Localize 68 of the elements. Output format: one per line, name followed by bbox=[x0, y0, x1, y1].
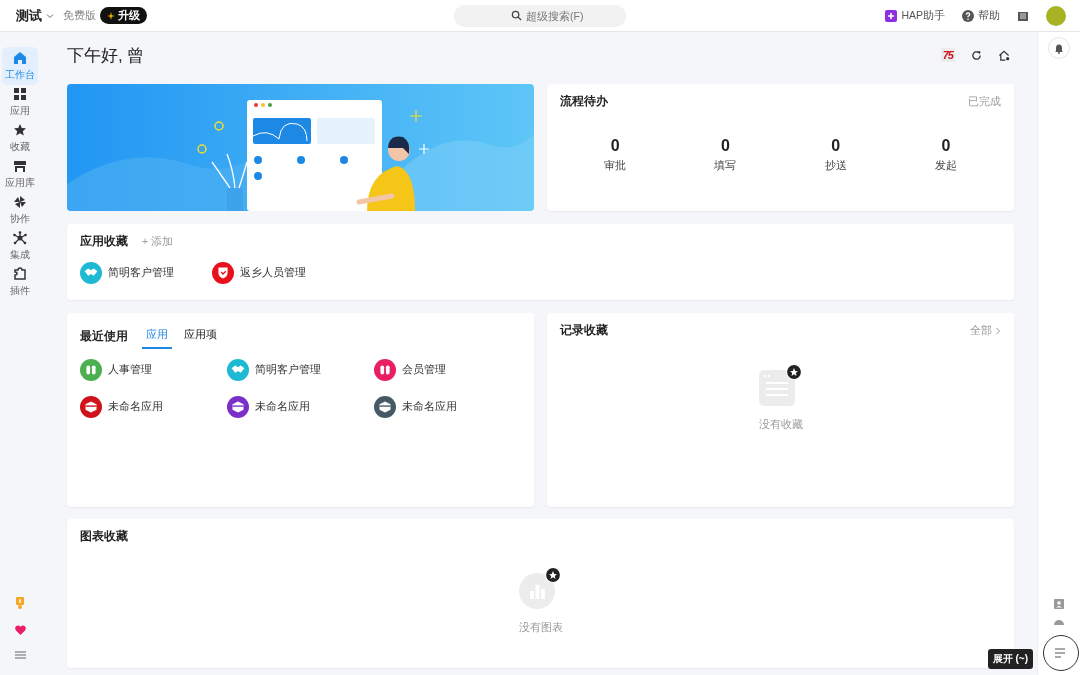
app-icon bbox=[227, 396, 249, 418]
stat-count[interactable]: 0 bbox=[720, 137, 730, 155]
empty-chart-icon bbox=[518, 567, 563, 609]
empty-record-icon bbox=[758, 363, 803, 406]
bell-icon bbox=[1054, 42, 1064, 54]
stat-label: 审批 bbox=[604, 159, 627, 173]
app-name[interactable]: 未命名应用 bbox=[402, 400, 457, 414]
app-icon bbox=[80, 359, 102, 381]
card-title: 流程待办 bbox=[560, 94, 608, 109]
assistant-link[interactable]: HAP助手 bbox=[901, 8, 945, 23]
card-title: 最近使用 bbox=[80, 328, 128, 344]
workspace-name[interactable]: 测试 bbox=[16, 6, 42, 25]
list-icon bbox=[1054, 648, 1067, 658]
house-gear-icon[interactable] bbox=[998, 49, 1010, 61]
app-name[interactable]: 会员管理 bbox=[402, 363, 446, 377]
sidebar-item[interactable]: 插件 bbox=[2, 263, 38, 301]
app-name[interactable]: 未命名应用 bbox=[255, 400, 310, 414]
app-icon bbox=[80, 396, 102, 418]
stat-count[interactable]: 0 bbox=[610, 137, 620, 155]
stat-label: 发起 bbox=[934, 159, 957, 173]
greeting: 下午好, 曾 bbox=[67, 44, 145, 67]
pinwheel-icon bbox=[13, 194, 27, 209]
tab[interactable]: 应用项 bbox=[180, 328, 221, 349]
app-name[interactable]: 简明客户管理 bbox=[255, 363, 321, 377]
avatar[interactable] bbox=[1046, 5, 1066, 26]
empty-message: 没有图表 bbox=[518, 621, 563, 635]
tooltip: 展开 (~) bbox=[987, 649, 1033, 669]
card-title: 图表收藏 bbox=[80, 529, 128, 544]
app-name[interactable]: 简明客户管理 bbox=[108, 266, 174, 280]
sidebar-item[interactable]: 集成 bbox=[2, 227, 38, 265]
upgrade-button[interactable]: 升级 bbox=[100, 7, 147, 24]
star-icon bbox=[13, 122, 27, 137]
app-name[interactable]: 返乡人员管理 bbox=[240, 266, 306, 280]
network-icon bbox=[13, 230, 27, 245]
stat-count[interactable]: 0 bbox=[831, 137, 841, 155]
card-title: 记录收藏 bbox=[560, 323, 608, 338]
search-icon bbox=[511, 10, 522, 21]
sidebar-item[interactable]: 应用 bbox=[2, 83, 38, 121]
refresh-icon[interactable] bbox=[971, 49, 982, 61]
sparkle-icon bbox=[107, 11, 115, 20]
app-icon bbox=[227, 359, 249, 381]
help-icon[interactable] bbox=[962, 9, 974, 22]
search-field[interactable]: 超级搜索(F) bbox=[454, 5, 626, 27]
help-link[interactable]: 帮助 bbox=[978, 8, 1000, 23]
plus-square-icon[interactable] bbox=[885, 9, 898, 22]
home-icon bbox=[13, 50, 27, 65]
app-icon bbox=[80, 262, 102, 284]
sidebar-item[interactable]: 协作 bbox=[2, 191, 38, 229]
card-title: 应用收藏 bbox=[80, 234, 128, 249]
puzzle-icon bbox=[13, 266, 27, 281]
stat-count[interactable]: 0 bbox=[941, 137, 951, 155]
sidebar-item[interactable]: 应用库 bbox=[2, 155, 38, 193]
contact-icon[interactable] bbox=[1054, 599, 1064, 609]
empty-message: 没有收藏 bbox=[758, 417, 803, 432]
app-icon bbox=[374, 396, 396, 418]
app-icon bbox=[374, 359, 396, 381]
store-icon bbox=[13, 158, 27, 173]
app-name[interactable]: 人事管理 bbox=[108, 363, 152, 377]
plan-label: 免费版 bbox=[63, 8, 96, 23]
app-name[interactable]: 未命名应用 bbox=[108, 400, 163, 414]
grid-icon bbox=[13, 86, 27, 101]
stat-label: 抄送 bbox=[824, 159, 847, 173]
heart-icon[interactable] bbox=[14, 625, 26, 635]
tab[interactable]: 应用 bbox=[142, 328, 172, 349]
sidebar-item[interactable]: 收藏 bbox=[2, 119, 38, 157]
logo-badge[interactable]: 75 bbox=[940, 48, 955, 62]
app-icon bbox=[212, 262, 234, 284]
stat-label: 填写 bbox=[714, 159, 737, 173]
